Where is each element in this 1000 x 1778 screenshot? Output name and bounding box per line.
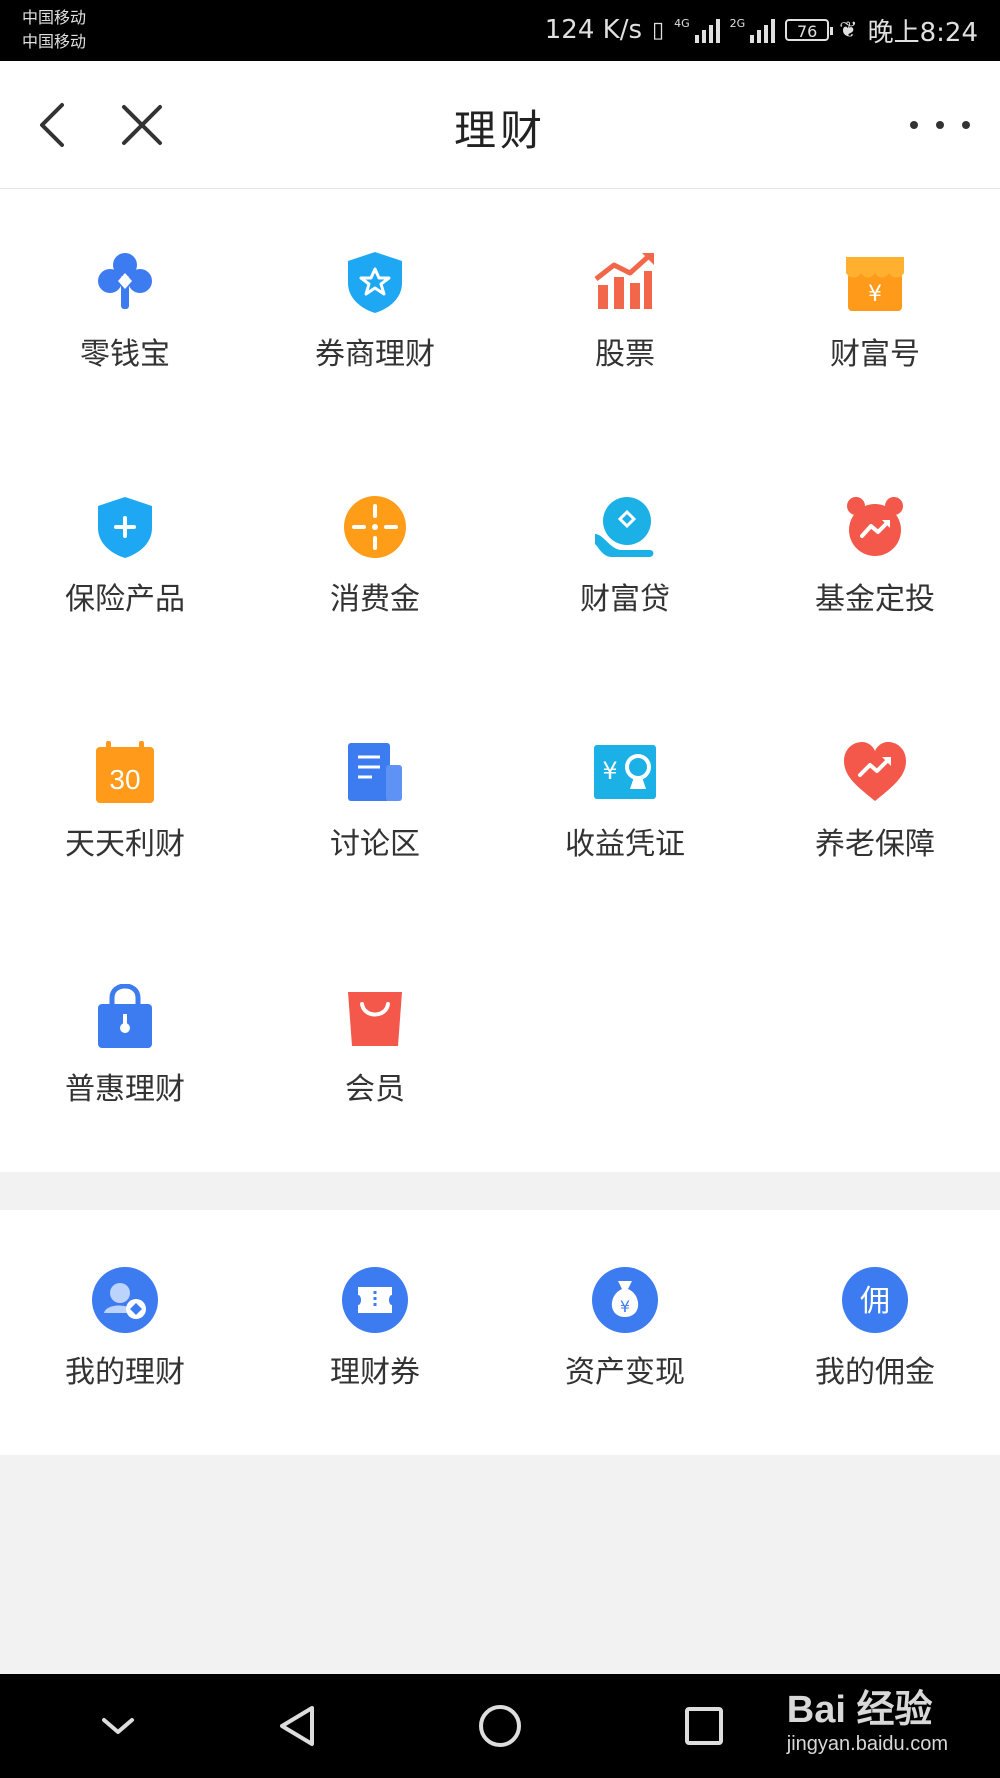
menu-item-asset-cash[interactable]: ¥ 资产变现 — [500, 1210, 750, 1410]
stock-chart-icon — [592, 249, 658, 315]
menu-item-caifuhao[interactable]: ¥ 财富号 — [750, 219, 1000, 419]
menu-item-coupon[interactable]: 理财券 — [250, 1210, 500, 1410]
status-indicators: 124 K/s ▯ 4G 2G 76 ❦ 晚上8:24 — [545, 12, 978, 48]
commission-glyph: 佣 — [860, 1284, 890, 1319]
menu-item-member[interactable]: 会员 — [250, 954, 500, 1154]
net-type-2: 2G — [729, 17, 746, 30]
triangle-back-icon — [280, 1706, 314, 1746]
system-back-button[interactable] — [268, 1696, 328, 1756]
menu-item-pension[interactable]: 养老保障 — [750, 709, 1000, 909]
menu-item-label: 我的佣金 — [815, 1355, 935, 1390]
carrier-2: 中国移动 — [22, 32, 87, 51]
carrier-info: 中国移动 中国移动 — [22, 6, 86, 54]
page-title: 理财 — [453, 106, 546, 155]
menu-item-label: 养老保障 — [815, 827, 935, 862]
finance-menu-grid: 零钱宝 券商理财 股票 ¥ 财富号 保险产品 消费金 财富贷 基金定投 30 天… — [0, 189, 1000, 1172]
menu-item-label: 讨论区 — [330, 827, 420, 862]
menu-item-caifudai[interactable]: 财富贷 — [500, 464, 750, 664]
menu-item-label: 财富号 — [830, 337, 920, 372]
my-finance-icon — [92, 1267, 158, 1333]
baidu-jingyan-watermark: Bai 经验 jingyan.baidu.com — [787, 1688, 948, 1756]
status-bar: 中国移动 中国移动 124 K/s ▯ 4G 2G 76 ❦ 晚上8:24 — [0, 0, 1000, 61]
menu-item-tiantian[interactable]: 30 天天利财 — [0, 709, 250, 909]
dot-icon — [910, 121, 918, 129]
home-button[interactable] — [470, 1696, 530, 1756]
hand-coin-icon — [592, 494, 658, 560]
chevron-down-icon — [102, 1718, 134, 1734]
more-button[interactable] — [910, 107, 970, 143]
clock: 晚上8:24 — [867, 17, 978, 48]
menu-item-forum[interactable]: 讨论区 — [250, 709, 500, 909]
net-type-1: 4G — [674, 17, 690, 30]
carrier-1: 中国移动 — [22, 8, 87, 27]
menu-item-label: 股票 — [595, 337, 655, 372]
menu-item-label: 普惠理财 — [65, 1072, 185, 1107]
vibrate-icon: ▯ — [652, 17, 665, 43]
menu-item-label: 财富贷 — [580, 582, 670, 617]
yen-glyph: ¥ — [602, 757, 617, 785]
nav-bar: 理财 — [0, 61, 1000, 189]
heart-trend-icon — [842, 739, 908, 805]
leaf-icon: ❦ — [839, 17, 858, 43]
recents-button[interactable] — [674, 1696, 734, 1756]
watermark-url: jingyan.baidu.com — [786, 1733, 948, 1755]
battery-icon: 76 — [785, 19, 834, 41]
document-icon — [342, 739, 408, 805]
menu-item-label: 基金定投 — [815, 582, 935, 617]
hide-nav-button[interactable] — [88, 1696, 148, 1756]
clover-icon — [92, 249, 158, 315]
menu-item-label: 我的理财 — [65, 1355, 185, 1390]
my-finance-grid: 我的理财 理财券 ¥ 资产变现 佣 我的佣金 — [0, 1210, 1000, 1455]
money-bag-icon: ¥ — [592, 1267, 658, 1333]
menu-item-label: 券商理财 — [315, 337, 435, 372]
menu-item-fund-plan[interactable]: 基金定投 — [750, 464, 1000, 664]
menu-item-stocks[interactable]: 股票 — [500, 219, 750, 419]
menu-item-label: 天天利财 — [65, 827, 185, 862]
menu-item-label: 理财券 — [330, 1355, 420, 1390]
menu-item-label: 会员 — [345, 1072, 405, 1107]
menu-item-puhui[interactable]: 普惠理财 — [0, 954, 250, 1154]
signal-4g-icon: 4G — [674, 17, 720, 43]
signal-2g-icon: 2G — [730, 17, 776, 43]
crosshair-coin-icon — [342, 494, 408, 560]
ticket-icon — [342, 1267, 408, 1333]
shield-plus-icon — [92, 494, 158, 560]
calendar-30-icon: 30 — [92, 739, 158, 805]
menu-item-label: 收益凭证 — [565, 827, 685, 862]
commission-icon: 佣 — [842, 1267, 908, 1333]
circle-home-icon — [479, 1705, 521, 1747]
yen-glyph: ¥ — [620, 1297, 630, 1316]
menu-item-xiaofeijin[interactable]: 消费金 — [250, 464, 500, 664]
network-speed: 124 K/s — [544, 15, 642, 45]
alarm-clock-icon — [842, 494, 908, 560]
menu-item-my-finance[interactable]: 我的理财 — [0, 1210, 250, 1410]
shield-star-icon — [342, 249, 408, 315]
dot-icon — [936, 121, 944, 129]
menu-item-insurance[interactable]: 保险产品 — [0, 464, 250, 664]
watermark-brand: Bai 经验 — [786, 1689, 933, 1731]
menu-item-certificate[interactable]: ¥ 收益凭证 — [500, 709, 750, 909]
lock-bag-icon — [92, 984, 158, 1050]
yen-glyph: ¥ — [868, 282, 882, 307]
menu-item-label: 消费金 — [330, 582, 420, 617]
shop-icon: ¥ — [842, 249, 908, 315]
menu-item-commission[interactable]: 佣 我的佣金 — [750, 1210, 1000, 1410]
shopping-bag-icon — [342, 984, 408, 1050]
menu-item-label: 资产变现 — [565, 1355, 685, 1390]
menu-item-label: 零钱宝 — [80, 337, 170, 372]
system-nav-bar: Bai 经验 jingyan.baidu.com — [0, 1674, 1000, 1778]
calendar-day: 30 — [109, 764, 140, 795]
menu-item-quanshang[interactable]: 券商理财 — [250, 219, 500, 419]
certificate-icon: ¥ — [592, 739, 658, 805]
menu-item-label: 保险产品 — [65, 582, 185, 617]
square-recents-icon — [685, 1707, 723, 1745]
menu-item-lingqianbao[interactable]: 零钱宝 — [0, 219, 250, 419]
dot-icon — [962, 121, 970, 129]
